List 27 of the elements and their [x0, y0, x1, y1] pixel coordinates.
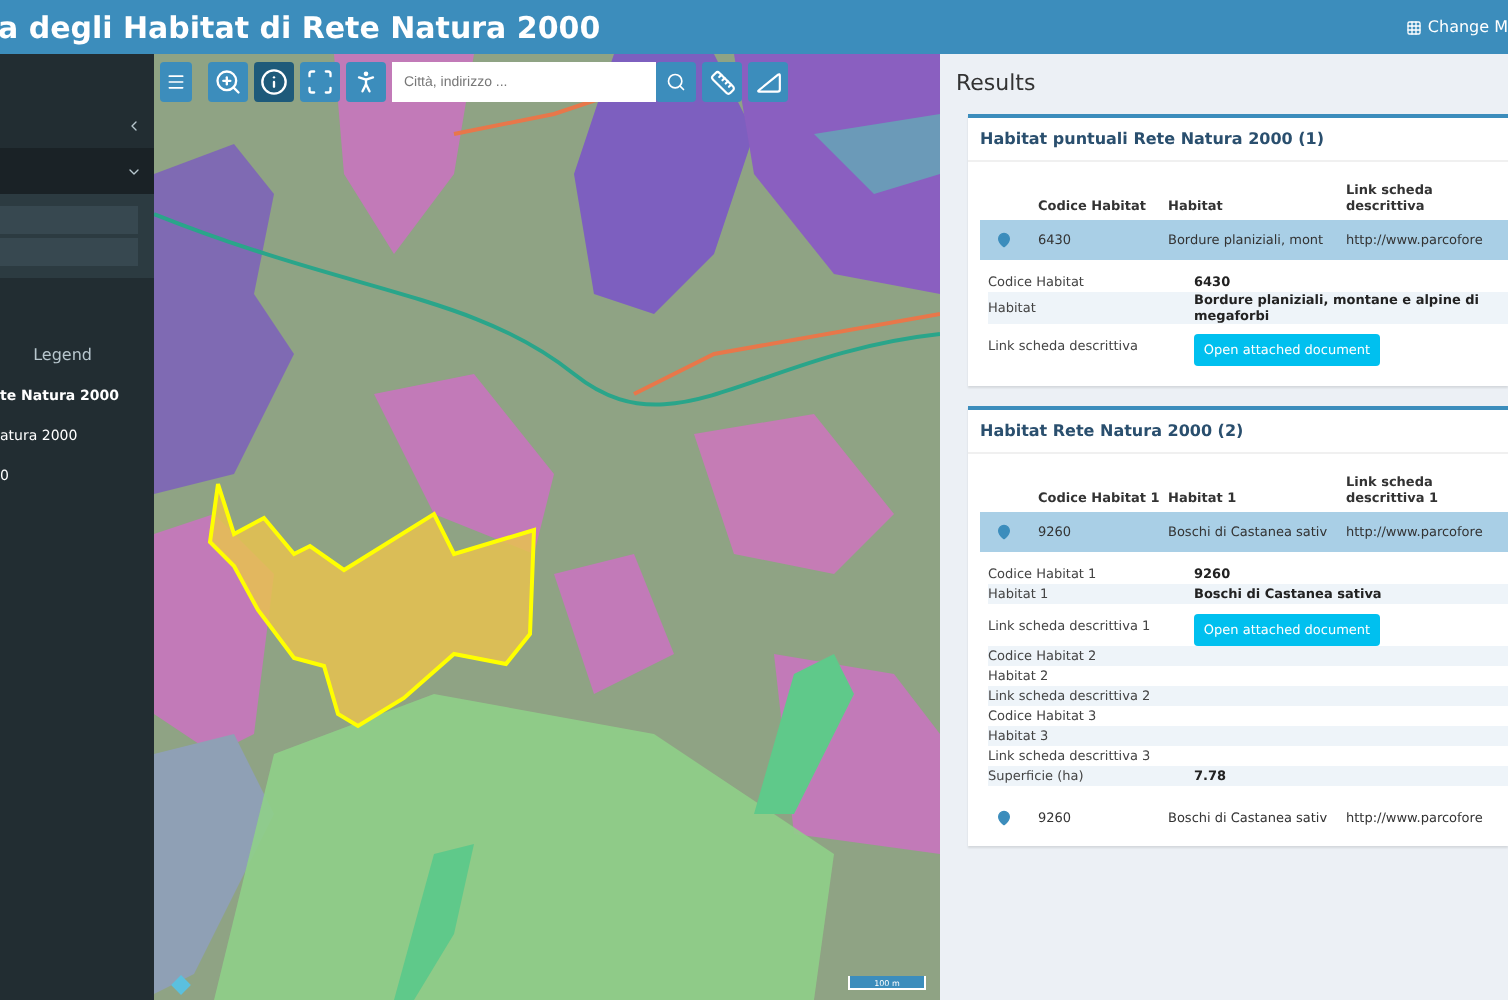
- map-pin-icon: [996, 524, 1012, 540]
- map-pin-icon: [996, 810, 1012, 826]
- info-icon: [260, 68, 288, 96]
- menu-button[interactable]: [160, 62, 192, 102]
- results-title: Results: [956, 70, 1038, 96]
- app-title: a degli Habitat di Rete Natura 2000: [0, 9, 601, 45]
- ruler-icon: [709, 69, 735, 95]
- map-tool-button[interactable]: [300, 62, 340, 102]
- card-title: Habitat Rete Natura 2000 (2): [968, 410, 1508, 454]
- change-map-link[interactable]: Change M: [1405, 18, 1508, 36]
- search-icon: [666, 72, 686, 92]
- map-tool-button[interactable]: [208, 62, 248, 102]
- card-title: Habitat puntuali Rete Natura 2000 (1): [968, 118, 1508, 162]
- person-icon: [352, 68, 380, 96]
- chevron-left-icon: [126, 117, 142, 133]
- triangle-ruler-icon: [755, 69, 781, 95]
- menu-icon: [166, 72, 186, 92]
- zoom-icon: [214, 68, 242, 96]
- grid-icon: [1405, 19, 1422, 35]
- map-tool-button[interactable]: [254, 62, 294, 102]
- measure-tool-button[interactable]: [748, 62, 788, 102]
- legend-label[interactable]: Legend: [33, 346, 92, 364]
- map-tool-button[interactable]: [346, 62, 386, 102]
- selection-icon: [306, 68, 334, 96]
- map-pin-icon: [996, 232, 1012, 248]
- measure-tool-button[interactable]: [702, 62, 742, 102]
- search-button[interactable]: [656, 62, 696, 102]
